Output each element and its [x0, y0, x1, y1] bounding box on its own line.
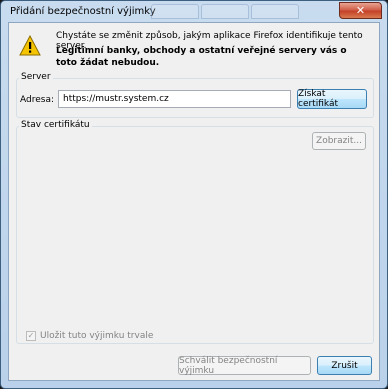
warning-message-bold: Legitimní banky, obchody a ostatní veřej… — [56, 46, 347, 68]
get-certificate-button[interactable]: Získat certifikát — [297, 89, 367, 109]
warning-icon — [19, 35, 41, 56]
view-button-label: Zobrazit... — [316, 136, 362, 146]
cert-status-group-label: Stav certifikátu — [19, 120, 92, 130]
background-tab — [201, 4, 249, 19]
confirm-exception-label: Schválit bezpečnostní výjimku — [179, 355, 278, 376]
address-label: Adresa: — [20, 95, 54, 105]
server-group-label: Server — [19, 72, 53, 82]
get-certificate-label: Získat certifikát — [298, 89, 338, 109]
dialog-window: Přidání bezpečnostní výjimky ✕ Chystáte … — [0, 0, 388, 389]
background-tab — [151, 4, 199, 19]
view-button[interactable]: Zobrazit... — [312, 132, 366, 150]
cancel-label: Zrušit — [331, 360, 358, 371]
window-title: Přidání bezpečnostní výjimky — [10, 6, 156, 17]
permanent-checkbox[interactable]: ✓ — [26, 331, 36, 341]
dialog-content: Chystáte se změnit způsob, jakým aplikac… — [8, 22, 380, 381]
cert-status-group — [16, 126, 374, 344]
background-tab — [251, 4, 299, 19]
permanent-checkbox-label: Uložit tuto výjimku trvale — [40, 331, 154, 341]
address-input[interactable] — [58, 90, 291, 108]
cancel-button[interactable]: Zrušit — [317, 356, 372, 375]
close-button[interactable]: ✕ — [339, 2, 382, 19]
confirm-exception-button[interactable]: Schválit bezpečnostní výjimku — [178, 355, 311, 376]
close-icon: ✕ — [355, 4, 366, 17]
title-bar[interactable]: Přidání bezpečnostní výjimky ✕ — [1, 1, 387, 23]
checkmark-icon: ✓ — [27, 331, 35, 340]
